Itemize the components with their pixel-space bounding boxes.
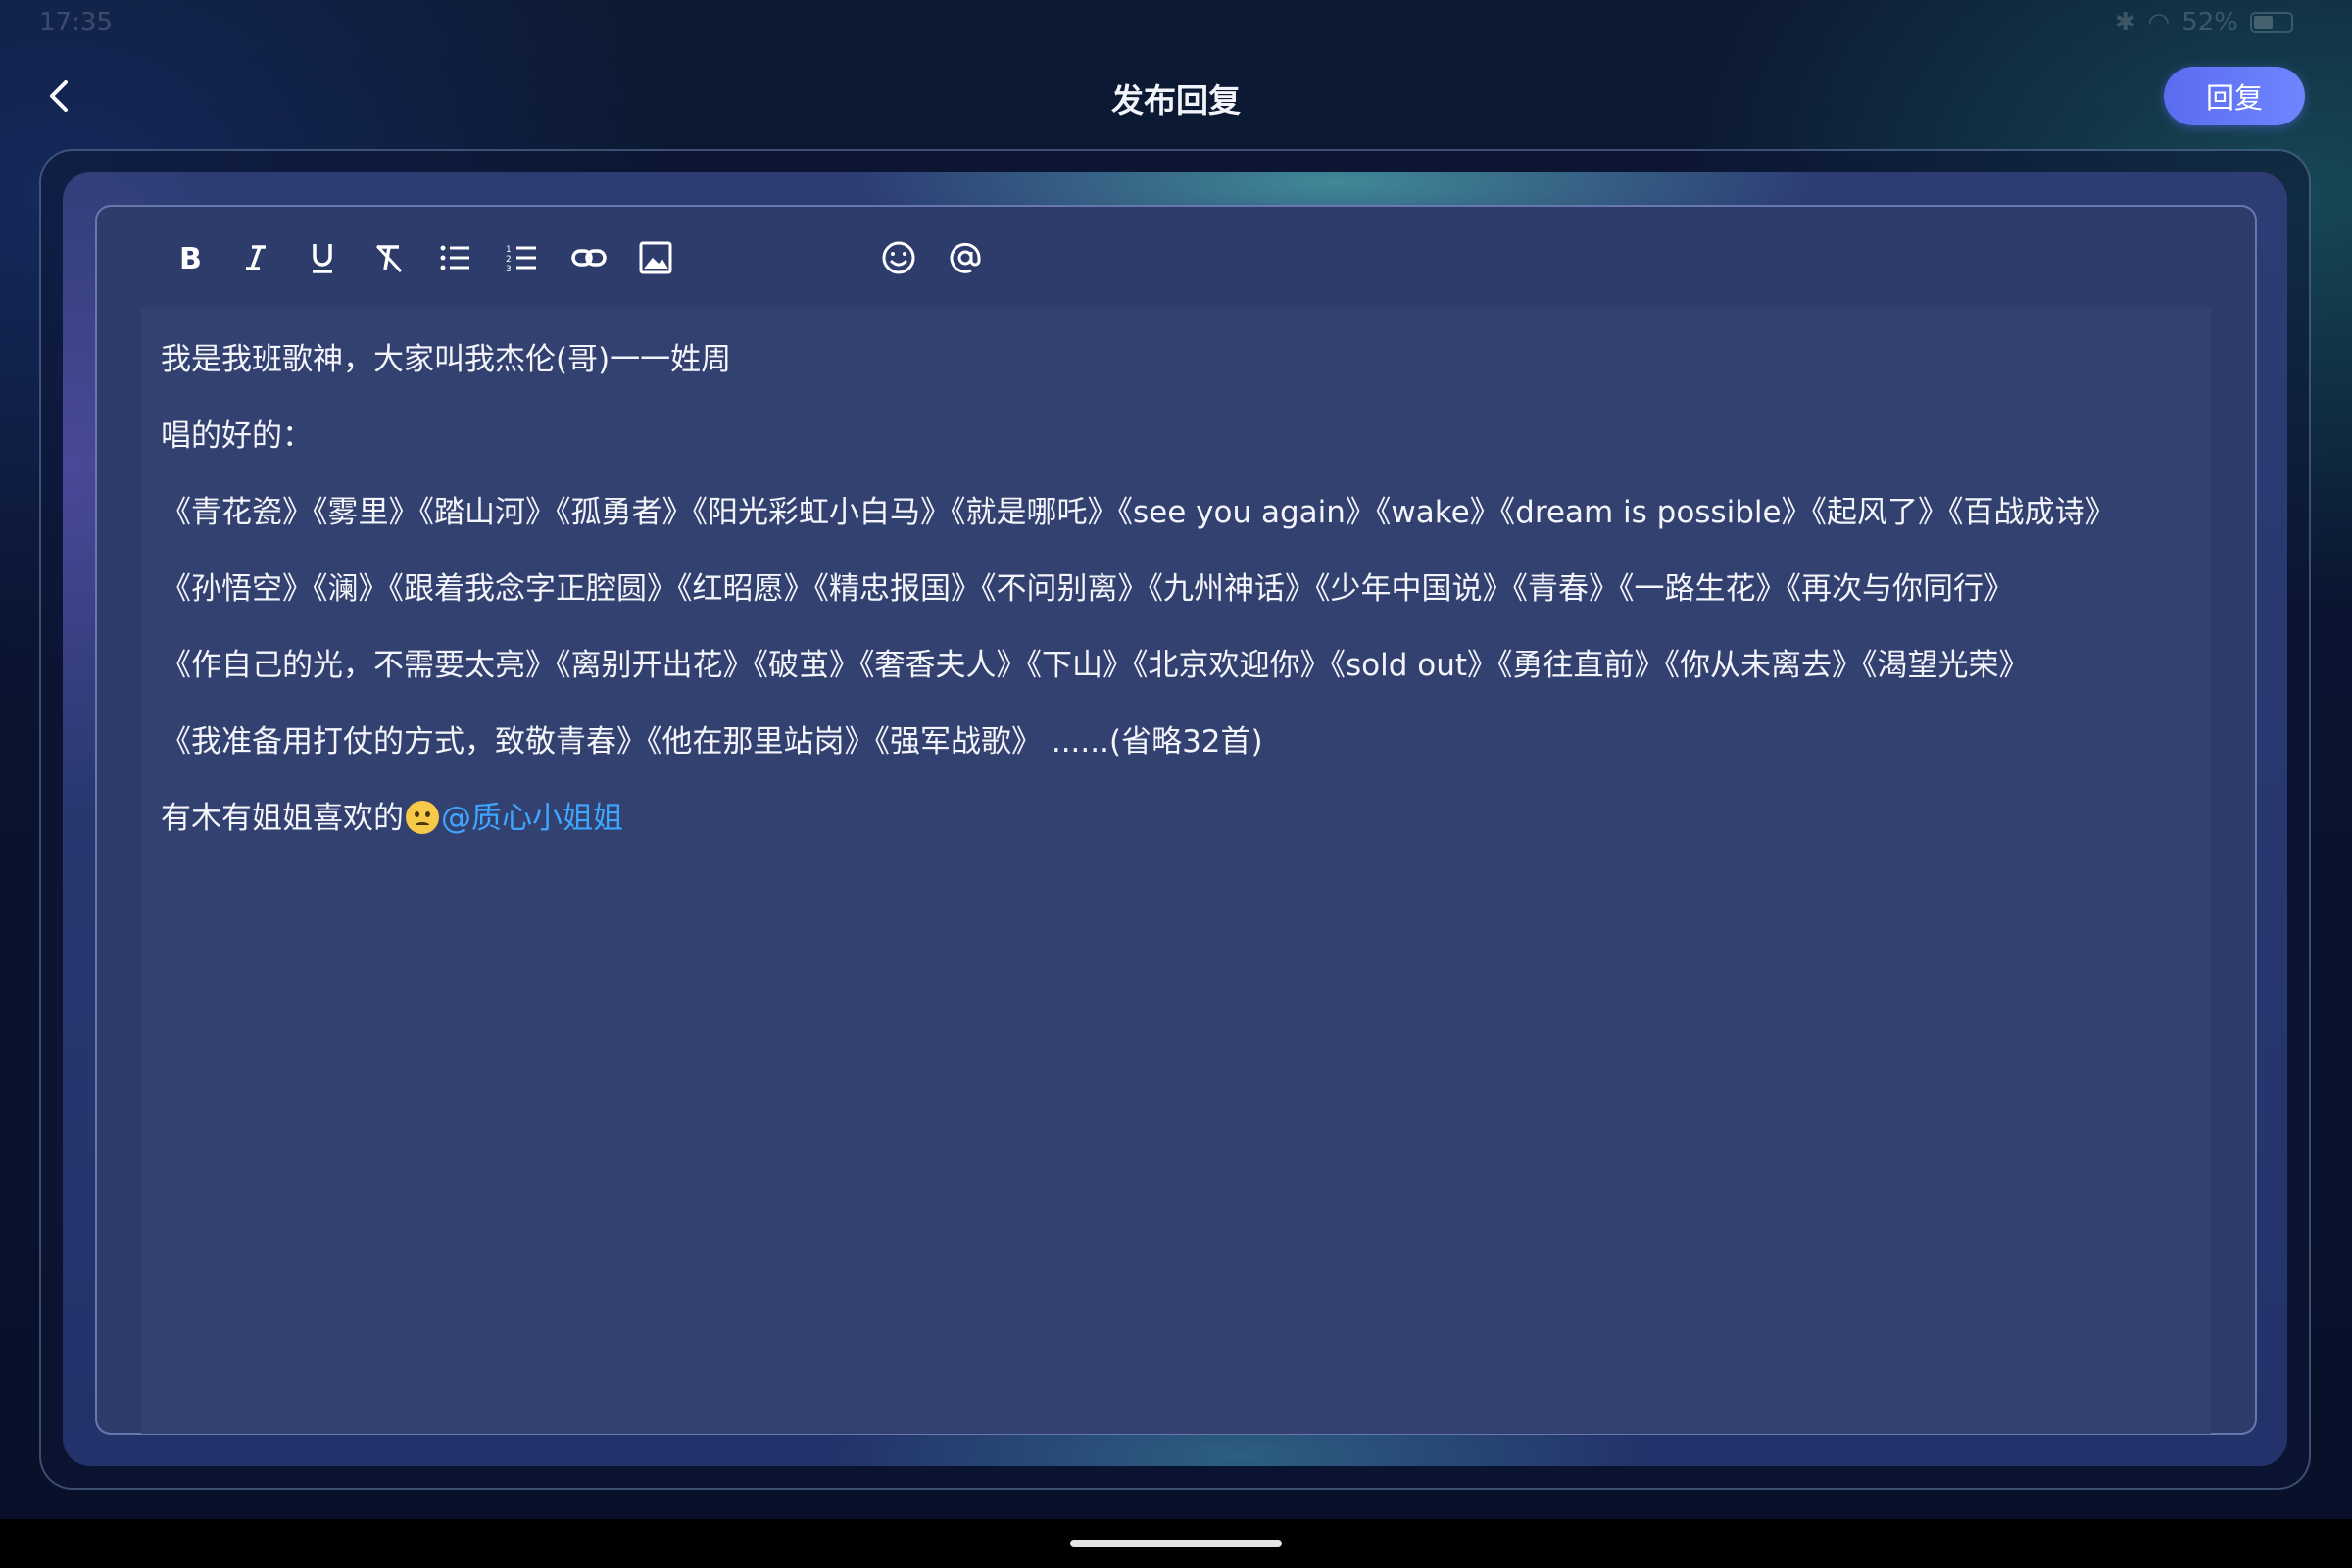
status-bar: 17:35 ✱ ◠ 52%	[0, 0, 2352, 49]
mention-icon	[950, 242, 981, 273]
italic-button[interactable]	[228, 230, 283, 285]
battery-percent: 52%	[2181, 8, 2238, 37]
sad-face-emoji-icon	[406, 801, 439, 834]
link-button[interactable]	[562, 230, 616, 285]
editor-content[interactable]: 我是我班歌神，大家叫我杰伦(哥)一一姓周 唱的好的： 《青花瓷》《雾里》《踏山河…	[141, 307, 2211, 1434]
emoji-icon	[882, 241, 915, 274]
page-title: 发布回复	[1111, 81, 1241, 120]
svg-text:2: 2	[506, 255, 512, 265]
formatting-toolbar: B 1 2 3	[162, 230, 1004, 285]
emoji-button[interactable]	[871, 230, 926, 285]
editor-line-5: 《作自己的光，不需要太亮》《离别开出花》《破茧》《奢香夫人》《下山》《北京欢迎你…	[161, 648, 2030, 683]
svg-text:1: 1	[506, 245, 512, 255]
link-icon	[571, 249, 607, 267]
wifi-icon: ◠	[2147, 8, 2171, 37]
editor-box: B 1 2 3 我是我班歌神，大家叫我杰伦(哥)一一姓周 唱的好的： 《青花瓷》…	[95, 205, 2257, 1435]
clear-format-button[interactable]	[362, 230, 416, 285]
status-indicators: ✱ ◠ 52%	[2115, 8, 2293, 37]
editor-line-4: 《孙悟空》《澜》《跟着我念字正腔圆》《红昭愿》《精忠报国》《不问别离》《九州神话…	[161, 571, 2014, 607]
italic-icon	[246, 245, 266, 270]
editor-line-6: 《我准备用打仗的方式，致敬青春》《他在那里站岗》《强军战歌》 ......(省略…	[161, 724, 1263, 760]
bold-button[interactable]: B	[162, 230, 217, 285]
image-icon	[639, 241, 672, 274]
battery-icon	[2250, 12, 2293, 33]
header: 发布回复 回复	[0, 59, 2352, 137]
editor-line-7: 有木有姐姐喜欢的 @质心小姐姐	[161, 793, 623, 837]
battery-fill	[2254, 16, 2273, 29]
image-button[interactable]	[628, 230, 683, 285]
editor-line-3: 《青花瓷》《雾里》《踏山河》《孤勇者》《阳光彩虹小白马》《就是哪吒》《see y…	[161, 495, 2116, 530]
clear-format-icon	[375, 244, 403, 273]
status-time: 17:35	[39, 8, 113, 37]
svg-text:3: 3	[506, 265, 512, 274]
mention-link[interactable]: @质心小姐姐	[441, 801, 623, 836]
svg-text:B: B	[179, 242, 202, 276]
editor-line-2: 唱的好的：	[161, 418, 313, 454]
last-line-text: 有木有姐姐喜欢的	[161, 801, 404, 836]
numbered-list-button[interactable]: 1 2 3	[495, 230, 550, 285]
bluetooth-icon: ✱	[2114, 8, 2136, 37]
reply-button[interactable]: 回复	[2164, 67, 2305, 125]
numbered-list-icon: 1 2 3	[506, 245, 536, 274]
bulleted-list-button[interactable]	[428, 230, 483, 285]
mention-button[interactable]	[938, 230, 993, 285]
bulleted-list-icon	[440, 245, 469, 270]
editor-line-1: 我是我班歌神，大家叫我杰伦(哥)一一姓周	[161, 342, 732, 377]
underline-icon	[313, 244, 332, 273]
home-indicator[interactable]	[1070, 1540, 1282, 1547]
bold-icon: B	[179, 242, 202, 276]
underline-button[interactable]	[295, 230, 350, 285]
